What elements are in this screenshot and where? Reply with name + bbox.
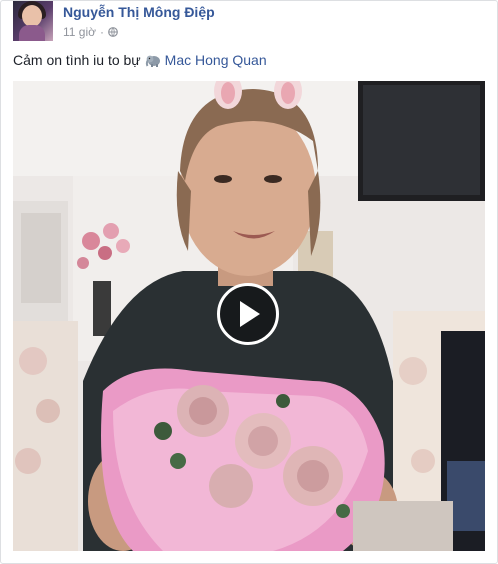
post-message-text: Cảm on tình iu to bự — [13, 52, 141, 68]
play-button[interactable] — [217, 283, 279, 345]
author-avatar[interactable] — [13, 1, 53, 41]
feed-post: Nguyễn Thị Mông Điệp 11 giờ · Cảm on tìn… — [0, 0, 498, 564]
tagged-user-link[interactable]: Mac Hong Quan — [165, 52, 267, 68]
elephant-emoji — [145, 55, 160, 67]
post-timestamp[interactable]: 11 giờ — [63, 25, 96, 39]
play-icon — [240, 301, 260, 327]
globe-icon[interactable] — [108, 27, 118, 37]
post-meta: 11 giờ · — [63, 25, 118, 39]
video-player[interactable] — [13, 81, 485, 551]
meta-separator: · — [100, 25, 104, 39]
author-name-link[interactable]: Nguyễn Thị Mông Điệp — [63, 4, 215, 20]
post-message: Cảm on tình iu to bự Mac Hong Quan — [13, 52, 267, 68]
